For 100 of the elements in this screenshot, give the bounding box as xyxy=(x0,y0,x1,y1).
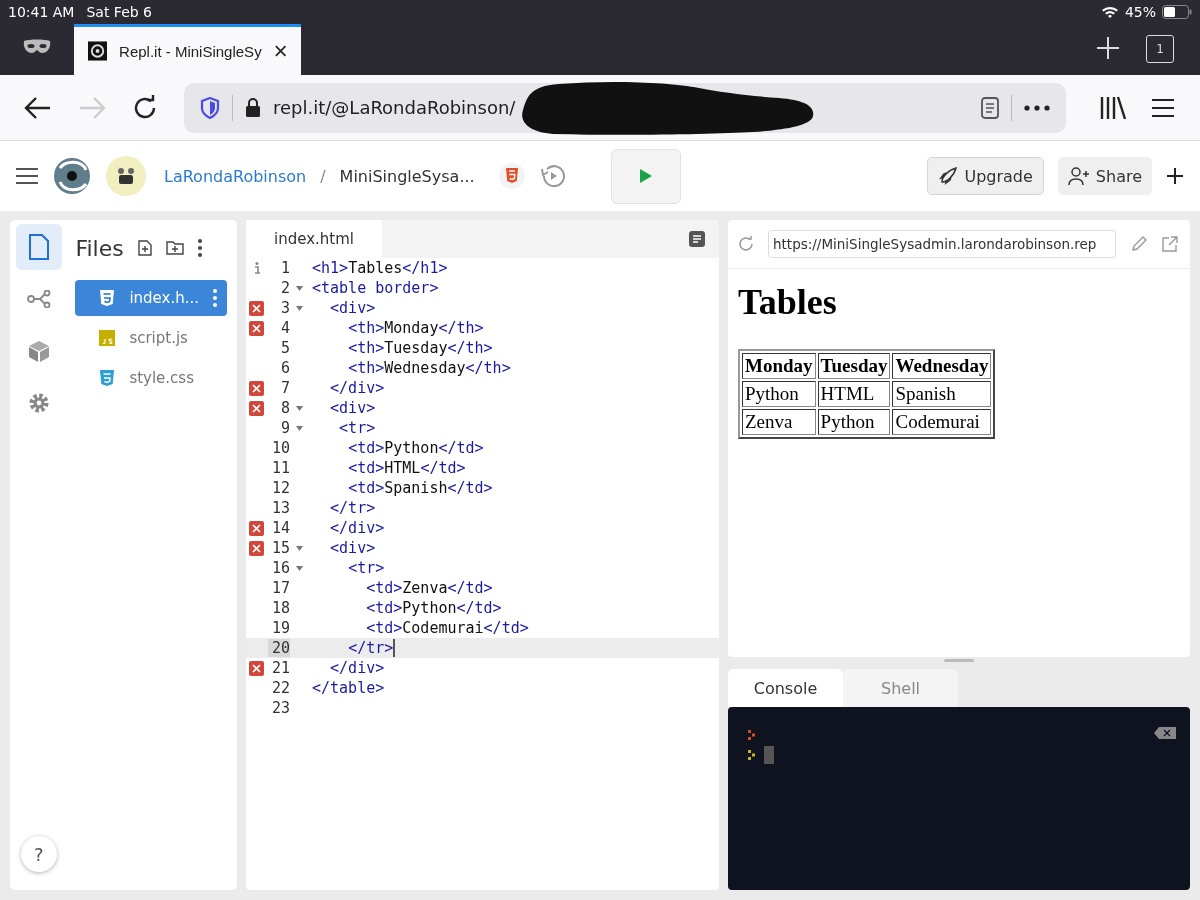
table-cell: Python xyxy=(742,381,816,407)
battery-icon xyxy=(1162,5,1192,19)
editor-tab[interactable]: index.html xyxy=(246,220,382,258)
code-line: <td>HTML</td> xyxy=(347,459,466,477)
code-line: <h1>Tables</h1> xyxy=(312,259,448,277)
table-cell: HTML xyxy=(817,381,891,407)
rocket-icon xyxy=(938,166,959,186)
table-cell: Codemurai xyxy=(892,409,992,435)
new-tab-icon[interactable] xyxy=(1096,36,1120,60)
line-number: 15 xyxy=(270,539,290,557)
file-item[interactable]: style.css xyxy=(75,360,227,396)
error-icon xyxy=(249,660,264,676)
avatar[interactable] xyxy=(106,156,146,196)
fold-caret-icon[interactable] xyxy=(295,285,303,291)
fold-caret-icon[interactable] xyxy=(295,545,303,551)
menu-icon[interactable] xyxy=(1152,97,1174,118)
line-number: 17 xyxy=(270,579,290,597)
browser-tab[interactable]: Repl.it - MiniSingleSy xyxy=(74,24,301,75)
share-button[interactable]: Share xyxy=(1057,157,1152,195)
line-number: 6 xyxy=(279,359,290,377)
play-icon xyxy=(639,169,652,183)
status-date: Sat Feb 6 xyxy=(86,4,152,20)
new-folder-icon[interactable] xyxy=(165,241,184,255)
table-header-cell: Tuesday xyxy=(817,353,891,379)
error-icon xyxy=(249,540,264,556)
preview-url-field[interactable]: https://MiniSingleSysadmin.larondarobinson.rep xyxy=(768,230,1116,258)
pencil-icon[interactable] xyxy=(1130,235,1148,253)
line-number: 7 xyxy=(279,379,290,397)
page-heading: Tables xyxy=(738,281,838,323)
history-icon[interactable] xyxy=(538,162,567,190)
code-line: <div> xyxy=(329,399,376,417)
tab-count[interactable]: 1 xyxy=(1146,35,1174,63)
code-line: <tr> xyxy=(347,559,385,577)
table-cell: Python xyxy=(817,409,891,435)
code-line: <tr> xyxy=(338,419,376,437)
error-icon xyxy=(249,320,264,336)
line-number: 16 xyxy=(270,559,290,577)
code-line: </table> xyxy=(312,679,385,697)
code-line: </div> xyxy=(329,519,385,537)
table-header-cell: Monday xyxy=(742,353,816,379)
info-icon xyxy=(253,262,260,274)
file-type-icon xyxy=(99,369,116,387)
line-number: 20 xyxy=(268,639,290,657)
new-file-icon[interactable] xyxy=(137,240,152,256)
back-arrow-icon[interactable] xyxy=(24,95,52,120)
private-mask-icon[interactable] xyxy=(22,39,52,55)
code-line: </tr> xyxy=(329,499,376,517)
line-number: 21 xyxy=(270,659,290,677)
code-line: <td>Python</td> xyxy=(347,439,484,457)
format-icon[interactable] xyxy=(689,231,705,247)
clear-console-icon[interactable] xyxy=(1154,727,1176,739)
reader-view-icon[interactable] xyxy=(981,96,999,119)
line-number: 2 xyxy=(279,279,290,297)
address-bar[interactable]: repl.it/@LaRondaRobinson/ xyxy=(184,82,1066,133)
line-number: 3 xyxy=(279,299,290,317)
line-number: 23 xyxy=(270,699,290,717)
table-cell: Spanish xyxy=(892,381,992,407)
line-number: 22 xyxy=(270,679,290,697)
code-line: </div> xyxy=(329,379,385,397)
line-number: 9 xyxy=(279,419,290,437)
file-type-icon xyxy=(99,330,116,346)
file-item[interactable]: index.h... xyxy=(75,280,227,316)
add-user-icon xyxy=(1067,166,1090,186)
reload-icon[interactable] xyxy=(132,94,158,121)
shield-icon xyxy=(200,96,220,119)
file-item[interactable]: script.js xyxy=(75,320,227,356)
code-line: </tr> xyxy=(347,639,395,657)
line-number: 13 xyxy=(270,499,290,517)
menu-icon[interactable] xyxy=(16,168,38,184)
close-icon[interactable] xyxy=(273,44,287,58)
code-line: <th>Wednesday</th> xyxy=(347,359,511,377)
line-number: 5 xyxy=(279,339,290,357)
fold-caret-icon[interactable] xyxy=(295,565,303,571)
code-line: <td>Zenva</td> xyxy=(365,579,493,597)
line-number: 14 xyxy=(270,519,290,537)
line-number: 18 xyxy=(270,599,290,617)
upgrade-button[interactable]: Upgrade xyxy=(927,157,1044,195)
code-line: <table border> xyxy=(312,279,439,297)
code-line: <td>Codemurai</td> xyxy=(365,619,529,637)
code-line: <td>Python</td> xyxy=(365,599,502,617)
fold-caret-icon[interactable] xyxy=(295,305,303,311)
repl-name[interactable]: MiniSingleSysa... xyxy=(339,166,475,186)
more-icon[interactable] xyxy=(1024,104,1050,111)
text-cursor xyxy=(764,746,774,764)
library-icon[interactable] xyxy=(1100,95,1126,120)
files-icon[interactable] xyxy=(15,224,62,270)
more-vertical-icon[interactable] xyxy=(197,239,202,257)
replit-logo-icon[interactable] xyxy=(52,156,92,196)
add-icon[interactable] xyxy=(1166,167,1184,185)
html5-icon xyxy=(498,163,525,189)
fold-caret-icon[interactable] xyxy=(295,405,303,411)
line-number: 19 xyxy=(270,619,290,637)
help-button[interactable]: ? xyxy=(20,836,57,872)
external-link-icon[interactable] xyxy=(1162,236,1178,252)
prompt-icon xyxy=(748,750,756,760)
prompt-icon xyxy=(748,730,756,740)
code-line: <div> xyxy=(329,299,376,317)
user-link[interactable]: LaRondaRobinson xyxy=(164,166,307,186)
console-tab[interactable]: Console xyxy=(728,669,843,707)
fold-caret-icon[interactable] xyxy=(295,425,303,431)
